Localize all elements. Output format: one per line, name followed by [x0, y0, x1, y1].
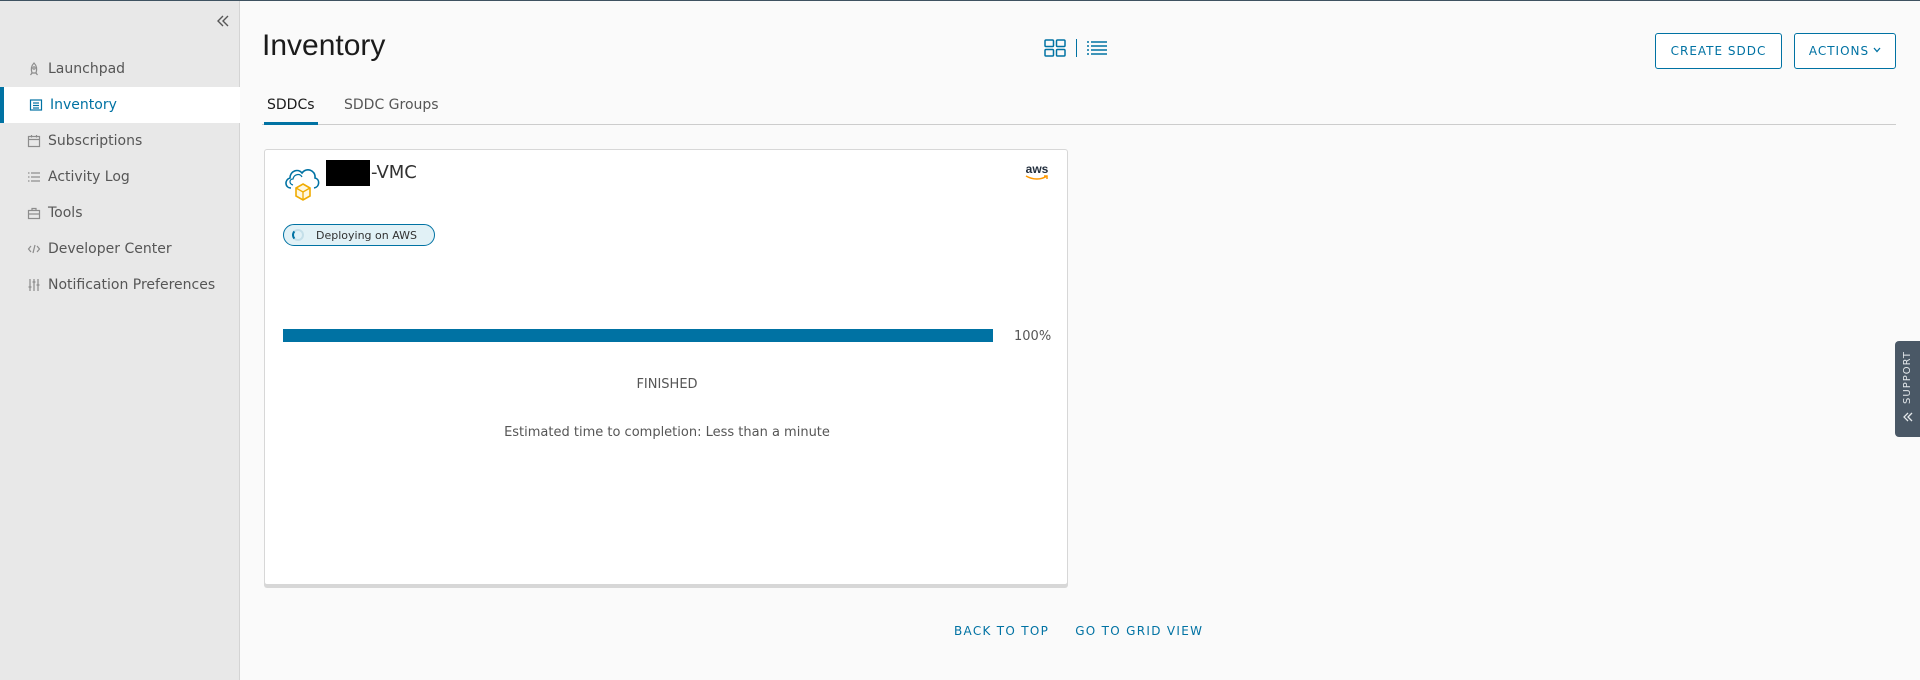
- chevron-down-icon: [1873, 46, 1881, 56]
- list-view-icon[interactable]: [1086, 39, 1108, 57]
- sidebar-item-subscriptions[interactable]: Subscriptions: [0, 123, 240, 159]
- status-badge: Deploying on AWS: [283, 224, 435, 246]
- sidebar-item-label: Notification Preferences: [48, 277, 216, 293]
- sddc-cloud-icon: [282, 162, 322, 206]
- sidebar-item-notification-preferences[interactable]: Notification Preferences: [0, 267, 240, 303]
- sliders-icon: [26, 277, 42, 293]
- progress-bar: [283, 329, 993, 342]
- list-icon: [26, 169, 42, 185]
- collapse-sidebar-button[interactable]: [212, 11, 234, 33]
- sidebar-item-label: Tools: [48, 205, 83, 221]
- footer-links: BACK TO TOP GO TO GRID VIEW: [954, 624, 1203, 638]
- progress-percent: 100%: [1014, 329, 1052, 344]
- view-toggle-divider: [1076, 39, 1077, 57]
- code-icon: [26, 241, 42, 257]
- toolbox-icon: [26, 205, 42, 221]
- back-to-top-link[interactable]: BACK TO TOP: [954, 624, 1049, 638]
- tab-sddcs[interactable]: SDDCs: [264, 97, 318, 125]
- sidebar-item-label: Launchpad: [48, 61, 126, 77]
- create-sddc-button[interactable]: CREATE SDDC: [1655, 33, 1782, 69]
- estimated-time: Estimated time to completion: Less than …: [504, 425, 830, 440]
- sidebar-item-label: Developer Center: [48, 241, 172, 257]
- sidebar-item-tools[interactable]: Tools: [0, 195, 240, 231]
- sidebar: Launchpad Inventory Subscriptions Activi…: [0, 1, 240, 680]
- sidebar-item-developer-center[interactable]: Developer Center: [0, 231, 240, 267]
- double-chevron-left-icon: [1902, 408, 1914, 427]
- sidebar-nav: Launchpad Inventory Subscriptions Activi…: [0, 51, 240, 303]
- sidebar-item-label: Activity Log: [48, 169, 130, 185]
- sidebar-item-label: Inventory: [50, 97, 117, 113]
- rocket-icon: [26, 61, 42, 77]
- sddc-name[interactable]: -VMC: [371, 162, 417, 183]
- status-badge-label: Deploying on AWS: [316, 228, 418, 242]
- tab-bar: SDDCs SDDC Groups: [262, 89, 1896, 125]
- actions-button-label: ACTIONS: [1808, 44, 1870, 58]
- view-toggle: [1044, 39, 1108, 57]
- deployment-status: FINISHED: [636, 377, 698, 392]
- go-to-grid-view-link[interactable]: GO TO GRID VIEW: [1075, 624, 1203, 638]
- progress-fill: [283, 329, 993, 342]
- aws-logo: aws: [1025, 162, 1049, 181]
- grid-view-icon[interactable]: [1044, 39, 1066, 57]
- inventory-icon: [28, 97, 44, 113]
- page-title: Inventory: [262, 29, 386, 62]
- sidebar-item-inventory[interactable]: Inventory: [0, 87, 240, 123]
- spinner-icon: [292, 229, 304, 241]
- tab-sddc-groups[interactable]: SDDC Groups: [341, 97, 442, 125]
- redacted-name: [326, 160, 370, 186]
- sidebar-item-label: Subscriptions: [48, 133, 143, 149]
- aws-logo-text: aws: [1025, 162, 1049, 176]
- support-tab[interactable]: SUPPORT: [1895, 341, 1920, 437]
- calendar-icon: [26, 133, 42, 149]
- sidebar-item-launchpad[interactable]: Launchpad: [0, 51, 240, 87]
- sidebar-item-activity-log[interactable]: Activity Log: [0, 159, 240, 195]
- actions-button[interactable]: ACTIONS: [1794, 33, 1896, 69]
- sddc-card[interactable]: -VMC aws Deploying on AWS 100% FINISHED …: [264, 149, 1068, 585]
- support-label: SUPPORT: [1902, 351, 1913, 404]
- double-chevron-left-icon: [216, 13, 230, 32]
